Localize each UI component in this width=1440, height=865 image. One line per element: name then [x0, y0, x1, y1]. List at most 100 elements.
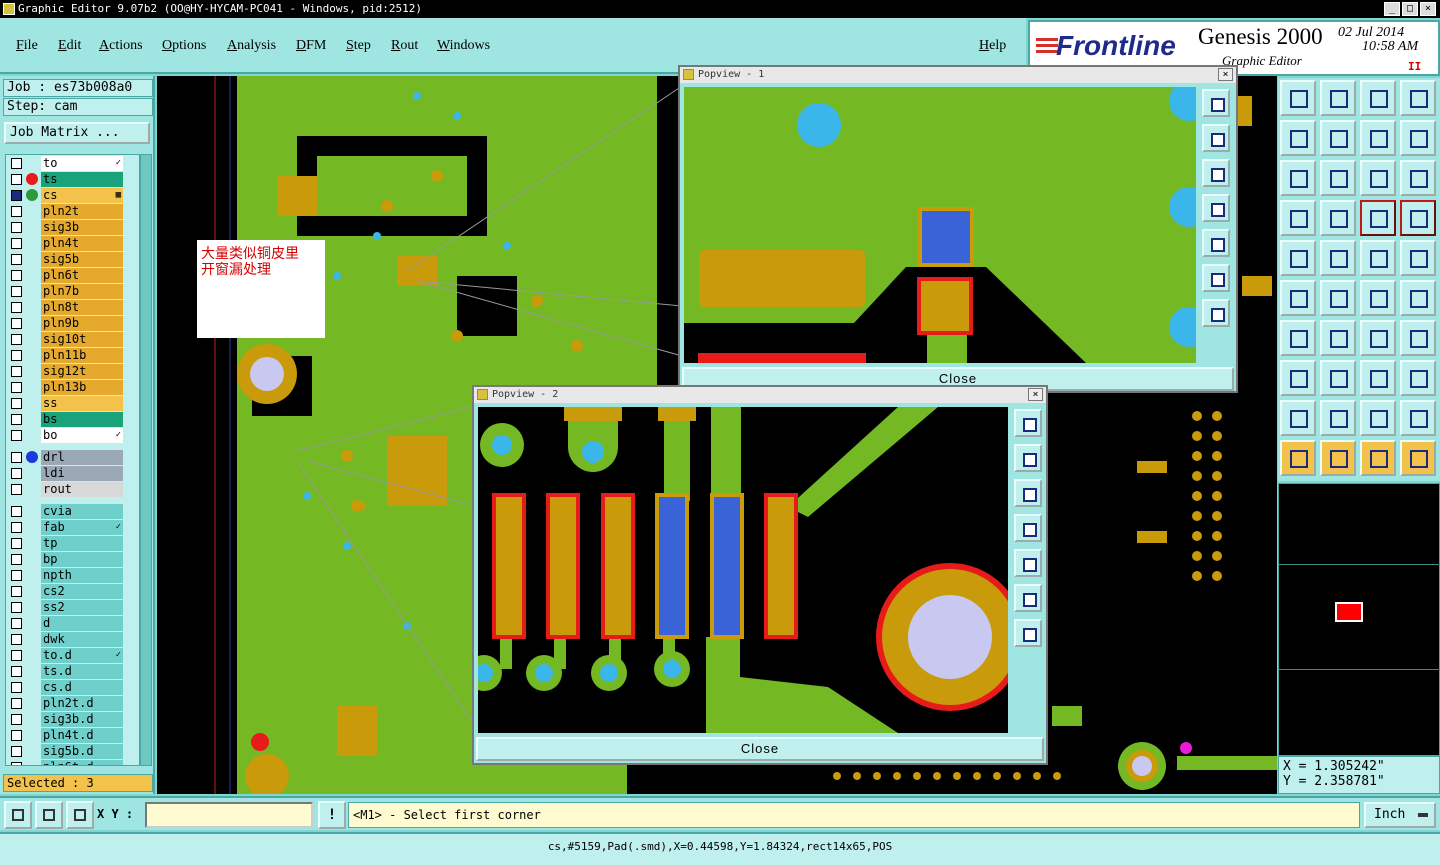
layer-checkbox[interactable] [11, 254, 22, 265]
job-matrix-button[interactable]: Job Matrix ... [4, 122, 150, 144]
layer-row[interactable]: sig3b [6, 219, 139, 235]
board-overview[interactable] [1278, 483, 1440, 756]
arc-icon[interactable] [1360, 320, 1396, 356]
overview-viewport-marker[interactable] [1335, 602, 1363, 622]
popview-pan-down-icon[interactable] [1014, 479, 1042, 507]
layer-name[interactable]: bs [41, 412, 123, 427]
layer-name[interactable]: sig3b.d [41, 712, 123, 727]
layer-row[interactable]: pln2t [6, 203, 139, 219]
xy-input[interactable] [145, 802, 313, 828]
layer-row[interactable]: cs2 [6, 583, 139, 599]
layer-name[interactable]: cs ▦ [41, 188, 123, 203]
grid-icon[interactable] [1320, 200, 1356, 236]
layer-checkbox[interactable] [11, 650, 22, 661]
layer-row[interactable]: pln7b [6, 283, 139, 299]
layer-row[interactable]: pln2t.d [6, 695, 139, 711]
layer-checkbox[interactable] [11, 430, 22, 441]
layer-row[interactable]: cvia [6, 503, 139, 519]
layer-checkbox[interactable] [11, 468, 22, 479]
pan-left-icon[interactable] [1280, 120, 1316, 156]
layer-row[interactable]: sig5b [6, 251, 139, 267]
pause-icon[interactable]: II [1408, 60, 1421, 73]
node-icon[interactable] [1280, 280, 1316, 316]
layer-row[interactable]: sig10t [6, 331, 139, 347]
layer-checkbox[interactable] [11, 506, 22, 517]
popview-1-window[interactable]: Popview - 1 × Close [678, 65, 1238, 393]
popview-2-close-button[interactable]: Close [476, 737, 1044, 761]
layer-name[interactable]: ss [41, 396, 123, 411]
layer-row[interactable]: pln11b [6, 347, 139, 363]
select-box-icon[interactable] [1320, 440, 1356, 476]
layer-checkbox[interactable] [11, 762, 22, 765]
menu-actions[interactable]: Actions [99, 38, 143, 54]
layer-row[interactable]: d [6, 615, 139, 631]
layer-checkbox[interactable] [11, 698, 22, 709]
arrow-a-icon[interactable] [1320, 400, 1356, 436]
layer-row[interactable]: fab ✓ [6, 519, 139, 535]
layer-row[interactable]: cs.d [6, 679, 139, 695]
layer-checkbox[interactable] [11, 238, 22, 249]
angle-snap-icon[interactable] [35, 801, 63, 829]
menu-edit[interactable]: Edit [58, 38, 81, 54]
measure-icon[interactable] [1280, 200, 1316, 236]
popview-pan-up-icon[interactable] [1014, 444, 1042, 472]
abort-button[interactable]: ! [318, 801, 346, 829]
layer-checkbox[interactable] [11, 666, 22, 677]
layer-name[interactable]: rout [41, 482, 123, 497]
maximize-button[interactable]: □ [1402, 2, 1418, 16]
layer-checkbox[interactable] [11, 350, 22, 361]
layer-name[interactable]: sig12t [41, 364, 123, 379]
fit-icon[interactable] [1280, 160, 1316, 196]
layer-name[interactable]: pln4t [41, 236, 123, 251]
popview-pan-left-icon[interactable] [1202, 194, 1230, 222]
layer-name[interactable]: fab ✓ [41, 520, 123, 535]
layer-name[interactable]: sig3b [41, 220, 123, 235]
layer-checkbox[interactable] [11, 730, 22, 741]
menu-options[interactable]: Options [162, 38, 206, 54]
zoom-back-icon[interactable] [1320, 80, 1356, 116]
connect-icon[interactable] [1400, 360, 1436, 396]
layer-row[interactable]: ldi [6, 465, 139, 481]
angle-icon[interactable] [1280, 320, 1316, 356]
popview-2-view[interactable] [478, 407, 1008, 733]
layer-name[interactable]: ts.d [41, 664, 123, 679]
layer-checkbox[interactable] [11, 602, 22, 613]
layer-checkbox[interactable] [11, 746, 22, 757]
popview-fit-icon[interactable] [1014, 584, 1042, 612]
close-window-button[interactable]: × [1420, 2, 1436, 16]
layer-checkbox[interactable] [11, 286, 22, 297]
layer-name[interactable]: cvia [41, 504, 123, 519]
snap-icon[interactable] [4, 801, 32, 829]
menu-step[interactable]: Step [346, 38, 371, 54]
layer-row[interactable]: rout [6, 481, 139, 497]
layer-name[interactable]: sig5b [41, 252, 123, 267]
layer-name[interactable]: ts [41, 172, 123, 187]
layer-row[interactable]: drl [6, 449, 139, 465]
layer-row[interactable]: pln13b [6, 379, 139, 395]
layer-checkbox[interactable] [11, 586, 22, 597]
layer-name[interactable]: bp [41, 552, 123, 567]
layer-row[interactable]: bp [6, 551, 139, 567]
zoom-home-page-icon[interactable] [1360, 80, 1396, 116]
menu-windows[interactable]: Windows [437, 38, 490, 54]
layer-checkbox[interactable] [11, 554, 22, 565]
layer-row[interactable]: tp [6, 535, 139, 551]
popview-pan-left-icon[interactable] [1014, 514, 1042, 542]
menu-help[interactable]: Help [979, 38, 1006, 54]
layer-checkbox[interactable] [11, 414, 22, 425]
layer-name[interactable]: pln13b [41, 380, 123, 395]
line-icon[interactable] [1320, 320, 1356, 356]
layer-name[interactable]: pln4t.d [41, 728, 123, 743]
layer-list-scrollbar[interactable] [140, 154, 152, 766]
scale-icon[interactable] [1360, 160, 1396, 196]
layer-name[interactable]: pln2t.d [41, 696, 123, 711]
layer-row[interactable]: ts [6, 171, 139, 187]
layer-checkbox[interactable] [11, 682, 22, 693]
arrow-b-icon[interactable] [1360, 400, 1396, 436]
layer-checkbox[interactable] [11, 334, 22, 345]
layer-checkbox[interactable] [11, 634, 22, 645]
popview-2-close-icon[interactable]: × [1028, 388, 1043, 401]
layer-checkbox[interactable] [11, 302, 22, 313]
layer-name[interactable]: bo ✓ [41, 428, 123, 443]
arrow-c-icon[interactable] [1400, 400, 1436, 436]
